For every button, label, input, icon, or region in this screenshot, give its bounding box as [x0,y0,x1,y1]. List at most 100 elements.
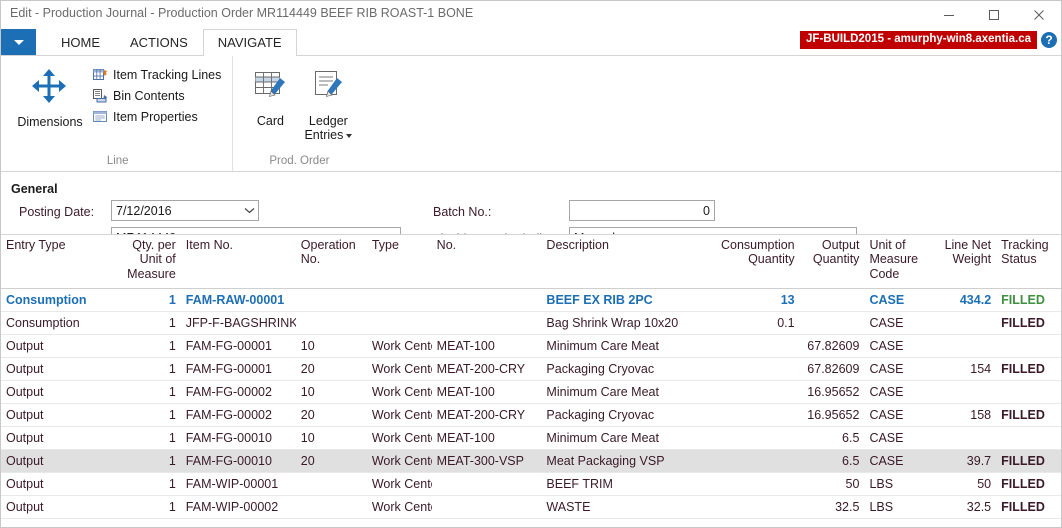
cell-entry_type[interactable]: Output [1,334,116,358]
cell-description[interactable]: BEEF TRIM [541,472,704,496]
bin-contents-button[interactable]: Bin Contents [89,85,224,106]
cell-operation_no[interactable]: 10 [295,334,367,358]
item-properties-button[interactable]: Item Properties [89,106,224,127]
cell-line_net_weight[interactable]: 154 [931,357,997,381]
journal-lines-grid[interactable]: Entry Type Qty. per Unit of Measure Item… [1,234,1061,527]
posting-date-field[interactable]: 7/12/2016 [111,200,259,221]
table-row[interactable]: Output1FAM-WIP-00001 Work Center BEEF TRIM… [1,472,1061,496]
cell-no[interactable] [431,288,542,312]
cell-operation_no[interactable] [295,472,367,496]
item-tracking-lines-button[interactable]: Item Tracking Lines [89,64,224,85]
cell-line_net_weight[interactable]: 32.5 [931,495,997,519]
cell-no[interactable]: MEAT-100 [431,426,542,450]
cell-description[interactable]: WASTE [541,495,704,519]
col-line-net-weight[interactable]: Line Net Weight [931,235,997,289]
cell-tracking_status[interactable]: FILLED [996,311,1061,335]
cell-type[interactable]: Work Center [366,426,432,450]
cell-line_net_weight[interactable]: 434.2 [931,288,997,312]
cell-operation_no[interactable]: 20 [295,357,367,381]
cell-type[interactable] [366,311,432,335]
cell-output_qty[interactable]: 50 [799,472,865,496]
col-type[interactable]: Type [366,235,432,289]
close-icon[interactable] [1016,1,1061,29]
cell-output_qty[interactable]: 6.5 [799,426,865,450]
cell-consumption_qty[interactable]: 13 [703,288,800,312]
cell-line_net_weight[interactable]: 39.7 [931,449,997,473]
table-row[interactable]: Output1FAM-FG-0000220Work CenterMEAT-200… [1,403,1061,427]
cell-operation_no[interactable] [295,495,367,519]
col-entry-type[interactable]: Entry Type [1,235,116,289]
cell-uom_code[interactable]: CASE [864,357,932,381]
cell-line_net_weight[interactable]: 50 [931,472,997,496]
cell-qty_per_uom[interactable]: 1 [115,472,181,496]
cell-no[interactable]: MEAT-200-CRY [431,357,542,381]
cell-no[interactable]: MEAT-200-CRY [431,403,542,427]
cell-type[interactable] [366,288,432,312]
cell-description[interactable]: Minimum Care Meat [541,380,704,404]
cell-item_no[interactable]: FAM-FG-00002 [180,403,296,427]
cell-qty_per_uom[interactable]: 1 [115,334,181,358]
cell-item_no[interactable]: FAM-FG-00002 [180,380,296,404]
cell-type[interactable]: Work Center [366,334,432,358]
table-row[interactable]: Output1FAM-FG-0001010Work CenterMEAT-100… [1,426,1061,450]
cell-uom_code[interactable]: CASE [864,334,932,358]
cell-uom_code[interactable]: LBS [864,472,932,496]
cell-consumption_qty[interactable] [703,380,800,404]
cell-entry_type[interactable]: Output [1,495,116,519]
cell-entry_type[interactable]: Output [1,472,116,496]
col-consumption-quantity[interactable]: Consumption Quantity [703,235,800,289]
tab-actions[interactable]: ACTIONS [115,29,203,55]
cell-type[interactable]: Work Center [366,403,432,427]
cell-tracking_status[interactable]: FILLED [996,472,1061,496]
cell-no[interactable]: MEAT-100 [431,334,542,358]
cell-item_no[interactable]: FAM-FG-00001 [180,357,296,381]
col-tracking-status[interactable]: Tracking Status [996,235,1061,289]
cell-tracking_status[interactable]: FILLED [996,403,1061,427]
minimize-icon[interactable] [926,1,971,29]
cell-description[interactable]: Minimum Care Meat [541,334,704,358]
cell-uom_code[interactable]: CASE [864,288,932,312]
cell-output_qty[interactable]: 16.95652 [799,380,865,404]
cell-consumption_qty[interactable] [703,449,800,473]
cell-entry_type[interactable]: Output [1,426,116,450]
cell-consumption_qty[interactable] [703,472,800,496]
cell-uom_code[interactable]: CASE [864,426,932,450]
cell-qty_per_uom[interactable]: 1 [115,311,181,335]
cell-entry_type[interactable]: Output [1,403,116,427]
cell-entry_type[interactable]: Consumption [1,288,116,312]
cell-description[interactable]: Meat Packaging VSP [541,449,704,473]
cell-no[interactable]: MEAT-300-VSP [431,449,542,473]
cell-type[interactable]: Work Center [366,357,432,381]
cell-item_no[interactable]: FAM-FG-00001 [180,334,296,358]
cell-consumption_qty[interactable]: 0.1 [703,311,800,335]
cell-consumption_qty[interactable] [703,495,800,519]
col-output-quantity[interactable]: Output Quantity [799,235,865,289]
cell-item_no[interactable]: FAM-RAW-00001 [180,288,296,312]
cell-uom_code[interactable]: CASE [864,403,932,427]
cell-tracking_status[interactable]: FILLED [996,495,1061,519]
table-row[interactable]: Output1FAM-FG-0001020Work CenterMEAT-300… [1,449,1061,473]
table-row[interactable]: Output1FAM-FG-0000120Work CenterMEAT-200… [1,357,1061,381]
cell-qty_per_uom[interactable]: 1 [115,495,181,519]
cell-qty_per_uom[interactable]: 1 [115,403,181,427]
help-icon[interactable]: ? [1041,32,1057,48]
cell-item_no[interactable]: FAM-WIP-00002 [180,495,296,519]
cell-output_qty[interactable]: 16.95652 [799,403,865,427]
cell-type[interactable]: Work Center [366,495,432,519]
cell-no[interactable] [431,472,542,496]
cell-item_no[interactable]: FAM-FG-00010 [180,449,296,473]
cell-consumption_qty[interactable] [703,403,800,427]
application-menu-button[interactable] [1,29,36,55]
card-button[interactable]: Card [241,62,299,128]
table-row[interactable]: Output1FAM-FG-0000110Work CenterMEAT-100… [1,334,1061,358]
cell-description[interactable]: Packaging Cryovac [541,357,704,381]
cell-entry_type[interactable]: Output [1,357,116,381]
cell-item_no[interactable]: JFP-F-BAGSHRINK [180,311,296,335]
cell-tracking_status[interactable]: FILLED [996,288,1061,312]
cell-operation_no[interactable] [295,288,367,312]
table-row[interactable]: Output1FAM-WIP-00002 Work Center WASTE 32.5… [1,495,1061,519]
cell-output_qty[interactable]: 32.5 [799,495,865,519]
cell-type[interactable]: Work Center [366,472,432,496]
table-row[interactable]: Output1FAM-FG-0000210Work CenterMEAT-100… [1,380,1061,404]
cell-entry_type[interactable]: Output [1,449,116,473]
